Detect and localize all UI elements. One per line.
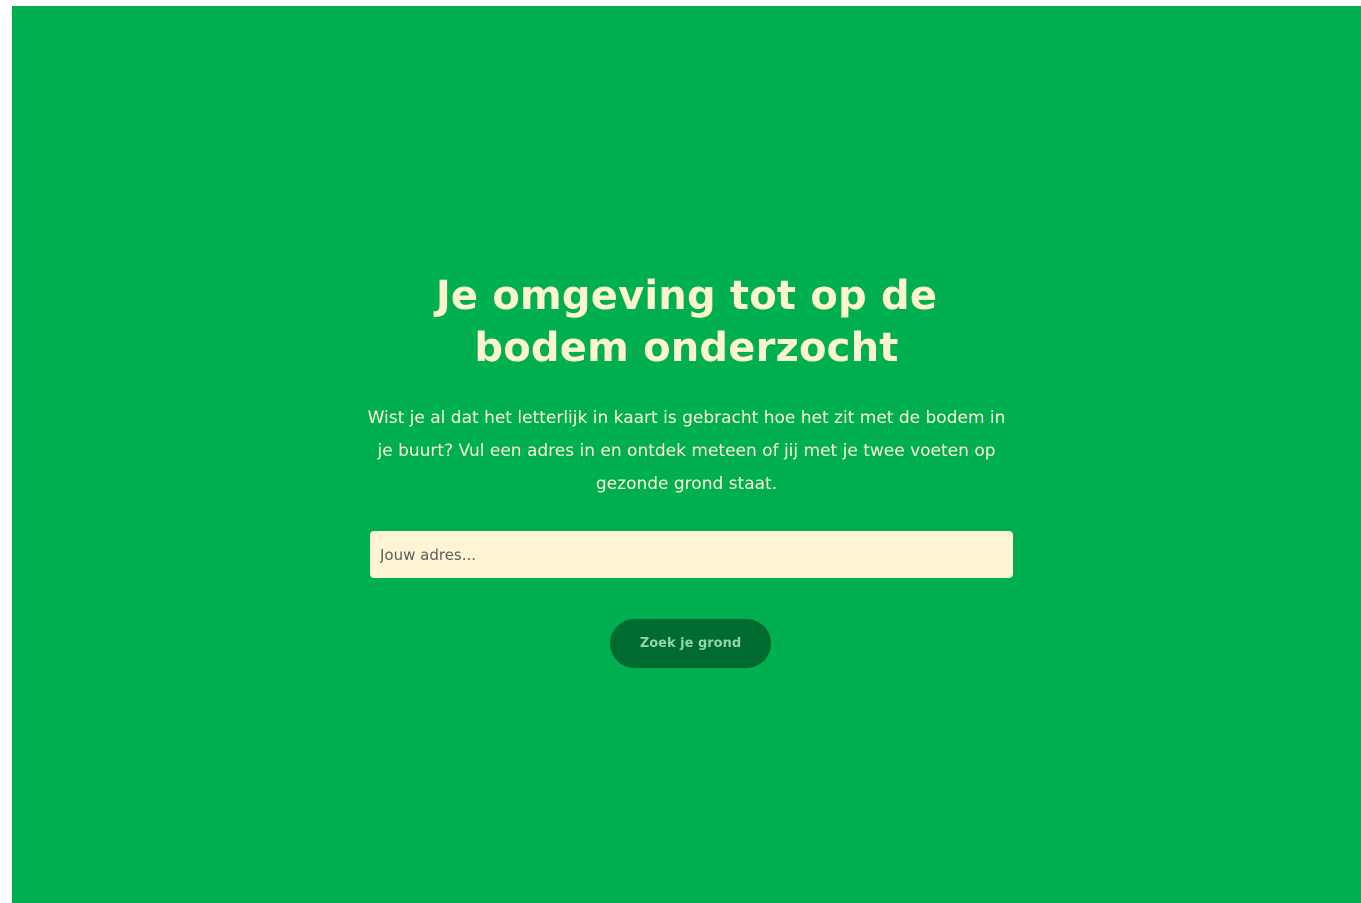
hero-content: Je omgeving tot op de bodem onderzocht W…: [12, 270, 1361, 501]
page-title: Je omgeving tot op de bodem onderzocht: [435, 273, 938, 371]
intro-text: Wist je al dat het letterlijk in kaart i…: [367, 408, 1006, 494]
search-button[interactable]: Zoek je grond: [610, 619, 771, 668]
hero-section: Je omgeving tot op de bodem onderzocht W…: [12, 6, 1361, 903]
address-input[interactable]: [370, 531, 1013, 578]
